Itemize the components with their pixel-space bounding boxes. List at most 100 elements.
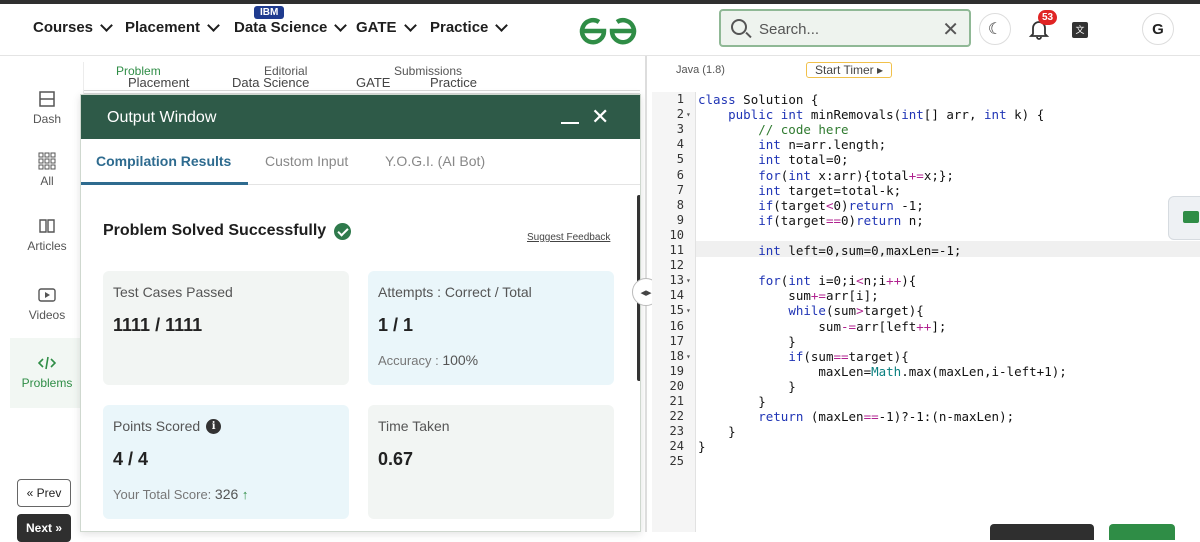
chevron-down-icon <box>100 18 113 32</box>
code-line: return (maxLen==-1)?-1:(n-maxLen); <box>758 409 1015 425</box>
start-timer-button[interactable]: Start Timer ▸ <box>806 62 893 78</box>
minimize-icon[interactable] <box>561 122 579 124</box>
code-line: for(int x:arr){total+=x;}; <box>758 167 954 183</box>
language-select[interactable]: Java (1.8) <box>676 64 725 76</box>
line-number: 24 <box>669 439 684 454</box>
line-number: 8 <box>676 197 684 212</box>
sidebar-item-label: Videos <box>28 308 66 322</box>
code-line: maxLen=Math.max(maxLen,i-left+1); <box>698 363 1067 379</box>
attempts-card: Attempts : Correct / Total 1 / 1 Accurac… <box>368 271 614 385</box>
code-line: if(sum==target){ <box>788 348 909 364</box>
chevron-down-icon <box>403 18 417 32</box>
code-line: class Solution { <box>698 92 819 107</box>
code-line: // code here <box>698 122 849 138</box>
tab-yogi-ai-bot[interactable]: Y.O.G.I. (AI Bot) <box>385 153 485 169</box>
tab-custom-input[interactable]: Custom Input <box>265 153 348 169</box>
submit-button[interactable] <box>1109 524 1175 540</box>
code-line: if(target==0)return n; <box>758 212 924 228</box>
close-icon[interactable]: ✕ <box>591 105 609 129</box>
ghost-nav-placement: Placement <box>128 75 190 90</box>
line-number: 23 <box>669 424 684 439</box>
top-navbar: Courses Placement IBM Data Science GATE … <box>0 4 1200 56</box>
nav-gate[interactable]: GATE <box>356 18 417 36</box>
line-number: 6 <box>676 167 684 182</box>
search-input[interactable] <box>759 18 939 40</box>
output-tabs: Compilation Results Custom Input Y.O.G.I… <box>81 139 640 185</box>
line-number: 22 <box>669 409 684 424</box>
prev-button[interactable]: « Prev <box>17 479 71 507</box>
code-line: } <box>698 439 706 455</box>
sidebar-item-problems[interactable]: Problems <box>10 338 84 408</box>
gfg-logo-icon[interactable] <box>578 16 638 46</box>
time-card: Time Taken 0.67 <box>368 405 614 519</box>
card-value: 1 / 1 <box>378 315 414 335</box>
dashboard-icon <box>39 91 55 107</box>
line-number: 1 <box>676 92 684 106</box>
code-line: int total=0; <box>758 152 849 168</box>
close-icon[interactable]: ✕ <box>942 17 959 42</box>
fold-arrow-icon[interactable]: ▾ <box>686 306 691 315</box>
sidebar-item-videos[interactable]: Videos <box>10 286 84 322</box>
line-number: 4 <box>676 137 684 152</box>
total-score-line: Your Total Score: 326 ↑ <box>113 486 249 502</box>
moon-icon: ☾ <box>987 21 1003 38</box>
line-number: 19 <box>669 363 684 378</box>
code-line: sum-=arr[left++]; <box>698 318 947 334</box>
sidebar-item-label: All <box>40 174 54 188</box>
suggest-feedback-link[interactable]: Suggest Feedback <box>527 232 610 243</box>
tab-compilation-results[interactable]: Compilation Results <box>96 153 231 169</box>
line-number: 12 <box>669 258 684 273</box>
book-icon <box>39 219 55 233</box>
fold-arrow-icon[interactable]: ▾ <box>686 110 691 119</box>
total-score-value: 326 <box>214 486 239 502</box>
card-label: Time Taken <box>378 418 450 434</box>
nav-courses[interactable]: Courses <box>33 18 113 36</box>
ghost-tab-editorial: Editorial <box>264 64 308 78</box>
line-number: 3 <box>676 122 684 137</box>
chat-button[interactable] <box>1168 196 1200 240</box>
line-number: 10 <box>669 227 684 242</box>
fold-arrow-icon[interactable]: ▾ <box>686 276 691 285</box>
nav-practice[interactable]: Practice <box>430 18 509 36</box>
code-line: } <box>698 394 766 409</box>
points-card: Points Scored i 4 / 4 Your Total Score: 3… <box>103 405 349 519</box>
chat-icon <box>1183 211 1199 223</box>
arrow-up-icon: ↑ <box>241 487 249 502</box>
grid-icon <box>38 152 56 170</box>
code-line: int n=arr.length; <box>758 137 887 153</box>
line-number: 14 <box>669 288 684 303</box>
ghost-tab-problem: Problem <box>116 64 161 78</box>
code-line: int left=0,sum=0,maxLen=-1; <box>758 243 962 258</box>
avatar[interactable]: G <box>1142 13 1174 45</box>
sidebar-item-dash[interactable]: Dash <box>10 90 84 126</box>
next-button[interactable]: Next » <box>17 514 71 542</box>
chevron-down-icon <box>495 18 509 32</box>
output-window-title: Output Window <box>107 109 217 126</box>
double-chevron-left-icon: « <box>26 486 37 500</box>
info-icon[interactable]: i <box>206 418 222 434</box>
compile-run-button[interactable] <box>990 524 1094 540</box>
translate-icon[interactable]: 文 <box>1072 22 1088 38</box>
card-value: 1111 / 1111 <box>113 315 203 335</box>
code-line: sum+=arr[i]; <box>698 288 879 304</box>
line-number: 2 <box>676 107 684 122</box>
card-label: Test Cases Passed <box>113 284 233 300</box>
fold-arrow-icon[interactable]: ▾ <box>686 352 691 361</box>
nav-placement[interactable]: Placement <box>125 18 220 36</box>
dark-mode-toggle[interactable]: ☾ <box>979 13 1011 45</box>
code-icon <box>38 356 56 370</box>
card-value: 4 / 4 <box>113 449 149 469</box>
left-sidebar: Dash All Articles Videos Problems <box>10 62 84 532</box>
nav-data-science[interactable]: Data Science <box>234 18 348 36</box>
sidebar-item-all[interactable]: All <box>10 152 84 188</box>
output-window: Output Window ✕ Compilation Results Cust… <box>80 94 641 532</box>
line-number: 18 <box>669 348 684 363</box>
code-editor[interactable]: 1 2 ▾ 3 4 5 6 7 8 9 10 11 12 13 ▾ 14 15 ▾ 16 17 18 ▾ 19 20 21 22 2… <box>652 92 1200 532</box>
code-line: while(sum>target){ <box>788 303 924 319</box>
ghost-tab-submissions: Submissions <box>394 64 463 78</box>
ghost-nav-practice: Practice <box>430 75 477 90</box>
sidebar-item-articles[interactable]: Articles <box>10 217 84 253</box>
search-box[interactable]: ✕ <box>719 9 971 47</box>
sidebar-item-label: Dash <box>32 112 61 126</box>
line-number: 7 <box>676 182 684 197</box>
